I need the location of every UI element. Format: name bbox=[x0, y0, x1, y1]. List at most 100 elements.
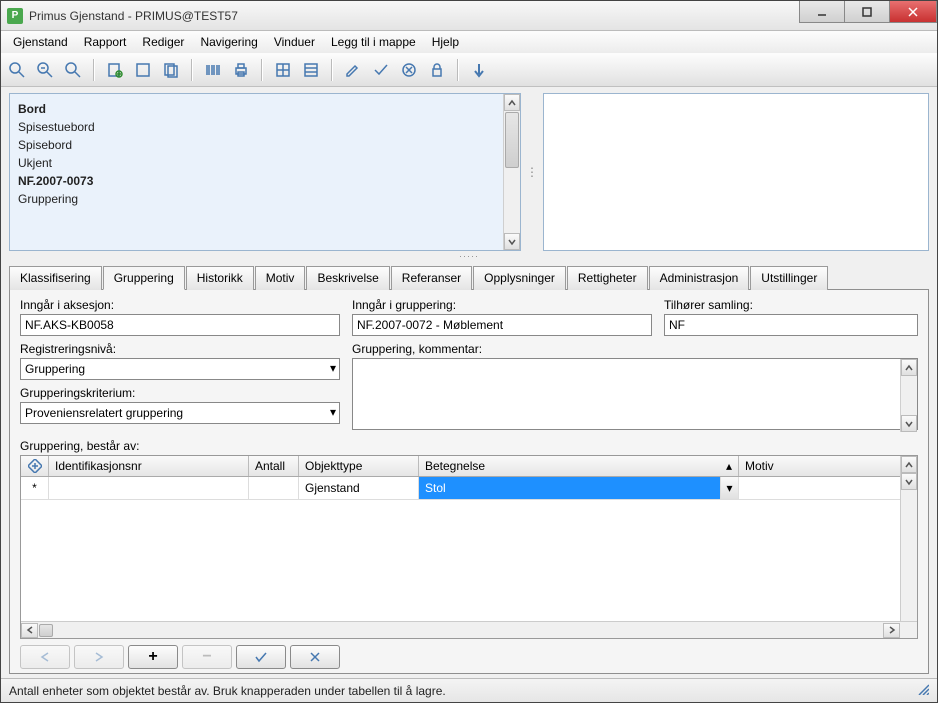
cancel-icon[interactable] bbox=[397, 58, 421, 82]
cell-objekttype[interactable]: Gjenstand bbox=[299, 477, 419, 499]
grid-row-indicator-header[interactable] bbox=[21, 456, 49, 476]
splitter-horizontal[interactable]: ····· bbox=[9, 251, 929, 261]
app-icon: P bbox=[7, 8, 23, 24]
new-record-icon[interactable] bbox=[103, 58, 127, 82]
menu-legg-til-i-mappe[interactable]: Legg til i mappe bbox=[325, 33, 422, 51]
grid-header-objekttype[interactable]: Objekttype bbox=[299, 456, 419, 476]
edit-icon[interactable] bbox=[341, 58, 365, 82]
tab-rettigheter[interactable]: Rettigheter bbox=[567, 266, 648, 290]
grid-consists-of[interactable]: Identifikasjonsnr Antall Objekttype Bete… bbox=[20, 455, 918, 639]
nav-add-button[interactable]: + bbox=[128, 645, 178, 669]
sort-asc-icon: ▴ bbox=[726, 459, 732, 473]
tab-motiv[interactable]: Motiv bbox=[255, 266, 306, 290]
zoom-in-icon[interactable] bbox=[5, 58, 29, 82]
image-panel[interactable] bbox=[543, 93, 929, 251]
cell-betegnelse[interactable]: Stol bbox=[419, 477, 721, 499]
row-indicator: * bbox=[21, 477, 49, 499]
cell-dropdown-button[interactable]: ▾ bbox=[721, 477, 739, 499]
kommentar-textarea[interactable] bbox=[352, 358, 918, 430]
window-controls bbox=[800, 1, 937, 23]
summary-list-panel[interactable]: Bord Spisestuebord Spisebord Ukjent NF.2… bbox=[9, 93, 521, 251]
tab-beskrivelse[interactable]: Beskrivelse bbox=[306, 266, 389, 290]
check-icon[interactable] bbox=[369, 58, 393, 82]
table-row[interactable]: * Gjenstand Stol ▾ bbox=[21, 477, 917, 500]
minimize-button[interactable] bbox=[799, 1, 845, 23]
grid1-icon[interactable] bbox=[271, 58, 295, 82]
tab-opplysninger[interactable]: Opplysninger bbox=[473, 266, 566, 290]
list-item[interactable]: Spisestuebord bbox=[18, 118, 512, 136]
label-aksesjon: Inngår i aksesjon: bbox=[20, 298, 340, 312]
maximize-button[interactable] bbox=[844, 1, 890, 23]
scroll-up-icon[interactable] bbox=[901, 456, 917, 473]
aksesjon-field[interactable] bbox=[20, 314, 340, 336]
search-icon[interactable] bbox=[61, 58, 85, 82]
print-icon[interactable] bbox=[229, 58, 253, 82]
menu-navigering[interactable]: Navigering bbox=[194, 33, 263, 51]
scroll-down-icon[interactable] bbox=[901, 473, 917, 490]
copy-record-icon[interactable] bbox=[159, 58, 183, 82]
menu-rapport[interactable]: Rapport bbox=[78, 33, 133, 51]
nav-first-button[interactable] bbox=[20, 645, 70, 669]
status-bar: Antall enheter som objektet består av. B… bbox=[1, 678, 937, 702]
grid-header-betegnelse[interactable]: Betegnelse▴ bbox=[419, 456, 739, 476]
gruppering-field[interactable] bbox=[352, 314, 652, 336]
lock-icon[interactable] bbox=[425, 58, 449, 82]
window-title: Primus Gjenstand - PRIMUS@TEST57 bbox=[29, 9, 238, 23]
label-kriterium: Grupperingskriterium: bbox=[20, 386, 340, 400]
list-item[interactable]: Ukjent bbox=[18, 154, 512, 172]
down-arrow-green-icon[interactable] bbox=[467, 58, 491, 82]
grid-scrollbar-h[interactable] bbox=[21, 621, 917, 638]
cell-ident[interactable] bbox=[49, 477, 249, 499]
tab-strip: Klassifisering Gruppering Historikk Moti… bbox=[9, 265, 929, 290]
registreringsniva-select[interactable] bbox=[20, 358, 340, 380]
tab-historikk[interactable]: Historikk bbox=[186, 266, 254, 290]
list-item[interactable]: NF.2007-0073 bbox=[18, 172, 512, 190]
tab-administrasjon[interactable]: Administrasjon bbox=[649, 266, 750, 290]
zoom-out-icon[interactable] bbox=[33, 58, 57, 82]
menu-gjenstand[interactable]: Gjenstand bbox=[7, 33, 74, 51]
samling-field[interactable] bbox=[664, 314, 918, 336]
scroll-up-icon[interactable] bbox=[504, 94, 520, 111]
scroll-down-icon[interactable] bbox=[901, 415, 917, 432]
tab-klassifisering[interactable]: Klassifisering bbox=[9, 266, 102, 290]
scrollbar[interactable] bbox=[503, 94, 520, 250]
scroll-up-icon[interactable] bbox=[901, 359, 917, 376]
list-item[interactable]: Bord bbox=[18, 100, 512, 118]
open-record-icon[interactable] bbox=[131, 58, 155, 82]
tab-referanser[interactable]: Referanser bbox=[391, 266, 472, 290]
scrollbar[interactable] bbox=[900, 359, 917, 432]
list-item[interactable]: Gruppering bbox=[18, 190, 512, 208]
resize-grip-icon[interactable] bbox=[917, 683, 929, 698]
nav-confirm-button[interactable] bbox=[236, 645, 286, 669]
grid2-icon[interactable] bbox=[299, 58, 323, 82]
grid-header-ident[interactable]: Identifikasjonsnr bbox=[49, 456, 249, 476]
grid-header-motiv[interactable]: Motiv bbox=[739, 456, 917, 476]
grid-header-antall[interactable]: Antall bbox=[249, 456, 299, 476]
label-samling: Tilhører samling: bbox=[664, 298, 918, 312]
menu-bar: Gjenstand Rapport Rediger Navigering Vin… bbox=[1, 31, 937, 53]
splitter-handle[interactable]: ⋮ bbox=[529, 93, 535, 251]
menu-vinduer[interactable]: Vinduer bbox=[268, 33, 321, 51]
tab-utstillinger[interactable]: Utstillinger bbox=[750, 266, 828, 290]
nav-cancel-button[interactable] bbox=[290, 645, 340, 669]
label-registreringsniva: Registreringsnivå: bbox=[20, 342, 340, 356]
tab-gruppering[interactable]: Gruppering bbox=[103, 266, 185, 290]
menu-rediger[interactable]: Rediger bbox=[136, 33, 190, 51]
status-text: Antall enheter som objektet består av. B… bbox=[9, 684, 446, 698]
cell-motiv[interactable] bbox=[739, 477, 917, 499]
scroll-left-icon[interactable] bbox=[21, 623, 38, 638]
scroll-right-icon[interactable] bbox=[883, 623, 900, 638]
menu-hjelp[interactable]: Hjelp bbox=[426, 33, 465, 51]
label-bestar: Gruppering, består av: bbox=[20, 439, 918, 453]
titlebar[interactable]: P Primus Gjenstand - PRIMUS@TEST57 bbox=[1, 1, 937, 31]
scroll-down-icon[interactable] bbox=[504, 233, 520, 250]
list-item[interactable]: Spisebord bbox=[18, 136, 512, 154]
kriterium-select[interactable] bbox=[20, 402, 340, 424]
nav-prev-button[interactable] bbox=[74, 645, 124, 669]
grid-scrollbar-v[interactable] bbox=[900, 456, 917, 621]
nav-delete-button[interactable]: − bbox=[182, 645, 232, 669]
barcode-icon[interactable] bbox=[201, 58, 225, 82]
cell-antall[interactable] bbox=[249, 477, 299, 499]
label-kommentar: Gruppering, kommentar: bbox=[352, 342, 918, 356]
close-button[interactable] bbox=[889, 1, 937, 23]
